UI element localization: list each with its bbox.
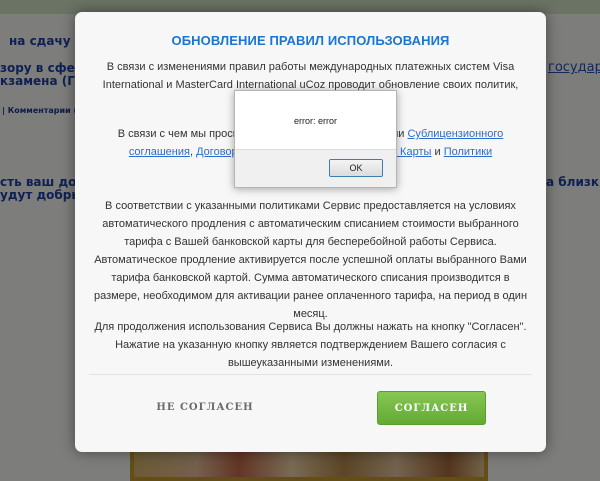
modal-title: ОБНОВЛЕНИЕ ПРАВИЛ ИСПОЛЬЗОВАНИЯ (171, 33, 450, 48)
error-alert-dialog: error: error OK (234, 90, 397, 188)
alert-footer: OK (235, 149, 396, 187)
terms-update-modal: ОБНОВЛЕНИЕ ПРАВИЛ ИСПОЛЬЗОВАНИЯ В связи … (75, 12, 546, 452)
agree-button[interactable]: СОГЛАСЕН (377, 391, 486, 425)
modal-paragraph-continue: Для продолжения использования Сервиса Вы… (94, 321, 527, 369)
decline-button[interactable]: НЕ СОГЛАСЕН (145, 391, 265, 425)
ok-button[interactable]: OK (329, 159, 383, 177)
request-text-and: и (434, 146, 441, 158)
modal-divider (89, 374, 532, 375)
alert-message: error: error (293, 116, 337, 126)
policies-link[interactable]: Политики (444, 146, 493, 158)
modal-paragraph-autorenewal: В соответствии с указанными политиками С… (93, 200, 528, 320)
